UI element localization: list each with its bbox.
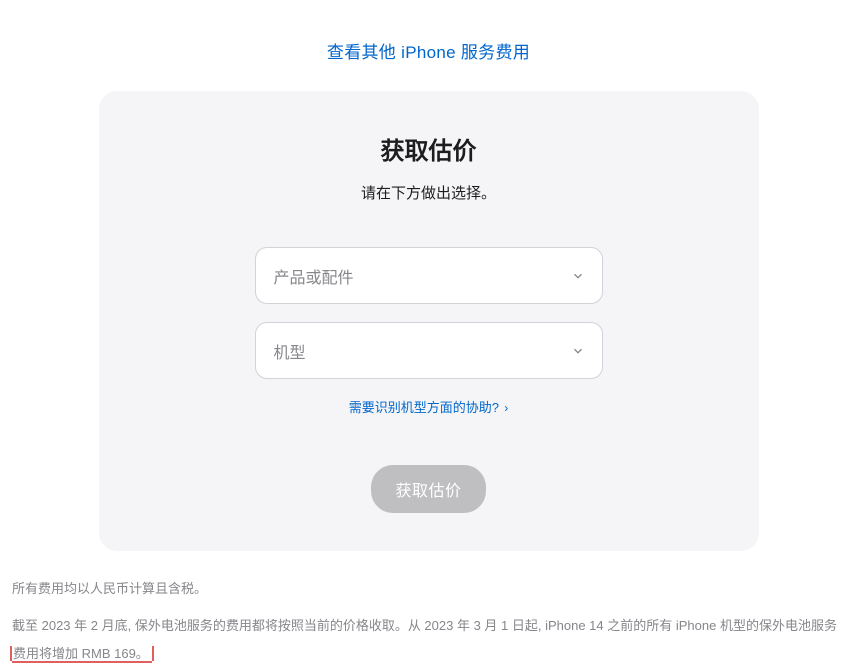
footer-line-2-part1: 截至 2023 年 2 月底, 保外电池服务的费用都将按照当前的价格收取。从 2…: [12, 618, 837, 633]
model-select-wrapper: 机型: [255, 322, 603, 379]
footer-highlight: 费用将增加 RMB 169。: [12, 646, 152, 661]
get-estimate-button[interactable]: 获取估价: [371, 465, 485, 513]
model-select[interactable]: 机型: [255, 322, 603, 379]
card-title: 获取估价: [119, 131, 739, 166]
top-link-container: 查看其他 iPhone 服务费用: [0, 0, 857, 91]
estimate-card: 获取估价 请在下方做出选择。 产品或配件 机型 需要识别机型方面的协助? › 获…: [99, 91, 759, 551]
model-select-label: 机型: [274, 339, 306, 363]
product-select-label: 产品或配件: [274, 264, 354, 288]
view-other-fees-link[interactable]: 查看其他 iPhone 服务费用: [327, 43, 530, 62]
card-subtitle: 请在下方做出选择。: [119, 182, 739, 203]
footer-text: 所有费用均以人民币计算且含税。 截至 2023 年 2 月底, 保外电池服务的费…: [12, 575, 845, 667]
help-link-container: 需要识别机型方面的协助? ›: [119, 397, 739, 417]
help-link-text: 需要识别机型方面的协助?: [349, 400, 499, 415]
footer-line-1: 所有费用均以人民币计算且含税。: [12, 575, 845, 602]
footer-line-2: 截至 2023 年 2 月底, 保外电池服务的费用都将按照当前的价格收取。从 2…: [12, 612, 845, 667]
product-select-wrapper: 产品或配件: [255, 247, 603, 304]
product-select[interactable]: 产品或配件: [255, 247, 603, 304]
identify-model-help-link[interactable]: 需要识别机型方面的协助? ›: [349, 400, 509, 415]
chevron-right-icon: ›: [501, 401, 508, 415]
